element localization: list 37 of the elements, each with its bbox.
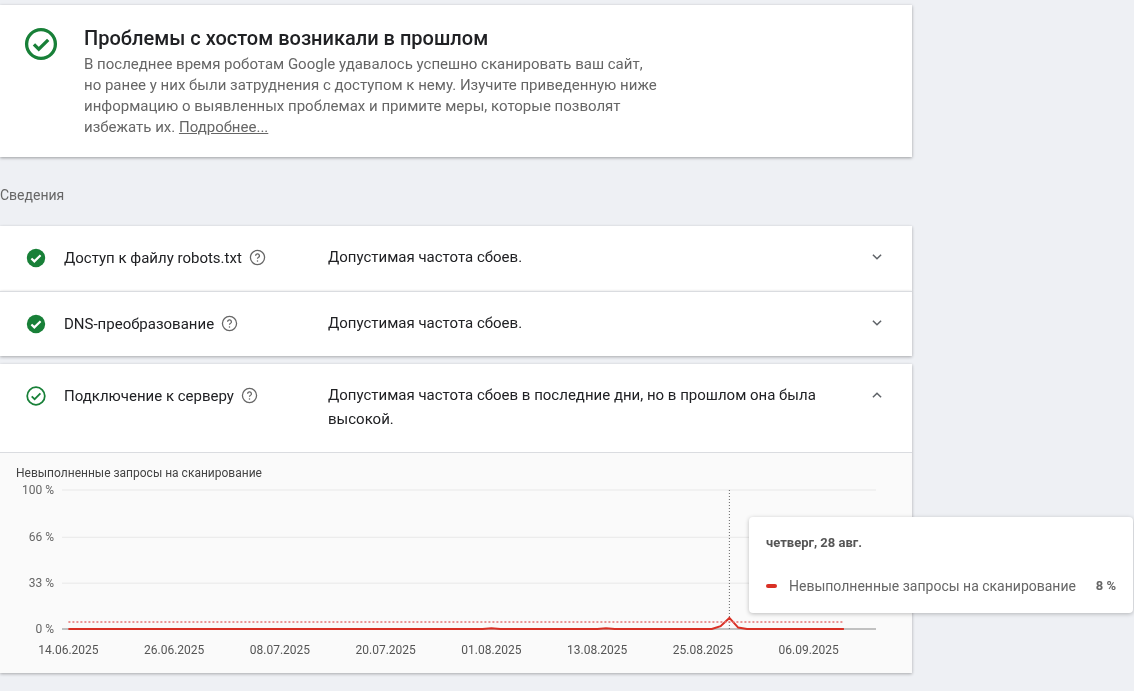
y-tick-label: 33 % <box>28 576 54 591</box>
x-tick-label: 08.07.2025 <box>249 643 311 657</box>
check-status: Допустимая частота сбоев в последние дни, но в прошлом она была высокой. <box>328 385 817 430</box>
help-icon[interactable] <box>248 249 266 266</box>
check-row-header[interactable]: Подключение к серверу Допустимая частота сбоев в последние дни, но в прошлом она была высокой. <box>0 364 912 452</box>
check-circle-icon <box>25 385 47 407</box>
tooltip-series: Невыполненные запросы на сканирование <box>789 576 1076 596</box>
x-tick-label: 13.08.2025 <box>567 643 628 657</box>
help-icon[interactable] <box>240 387 258 404</box>
check-circle-icon <box>23 26 59 62</box>
x-tick-label: 26.06.2025 <box>144 643 205 657</box>
tooltip-date: четверг, 28 авг. <box>766 534 863 552</box>
check-name: DNS-преобразование <box>64 313 215 335</box>
legend-swatch <box>766 584 777 588</box>
y-tick-label: 66 % <box>28 530 54 545</box>
check-status: Допустимая частота сбоев. <box>328 247 524 268</box>
help-icon[interactable] <box>221 314 239 332</box>
check-row-header[interactable]: Доступ к файлу robots.txt Допустимая частота сбоев. <box>0 226 912 291</box>
check-circle-icon <box>25 312 47 335</box>
check-name: Подключение к серверу <box>64 386 234 407</box>
section-label: Сведения <box>0 186 65 205</box>
chart-title: Невыполненные запросы на сканирование <box>16 466 262 480</box>
y-tick-label: 100 % <box>22 483 54 497</box>
check-name: Доступ к файлу robots.txt <box>64 248 242 269</box>
x-tick-label: 25.08.2025 <box>672 643 734 657</box>
x-tick-label: 14.06.2025 <box>38 643 99 657</box>
check-status: Допустимая частота сбоев. <box>328 312 524 334</box>
y-tick-label: 0 % <box>35 622 54 636</box>
banner-title: Проблемы с хостом возникали в прошлом <box>84 26 490 50</box>
x-tick-label: 20.07.2025 <box>355 643 416 657</box>
check-circle-icon <box>25 247 47 269</box>
banner-text: В последнее время роботам Google удавалось успешно сканировать ваш сайт, но ранее у них были затруднения с доступом к нему. Изучите приведенную ниже информацию о выявленных проблемах и примите меры, которые позволят избежать их. Подробнее... <box>84 54 658 138</box>
x-tick-label: 06.09.2025 <box>778 643 839 657</box>
tooltip-value: 8 % <box>1095 577 1116 596</box>
more-link[interactable]: Подробнее... <box>178 118 269 136</box>
check-row-header[interactable]: DNS-преобразование Допустимая частота сбоев. <box>0 291 912 356</box>
x-tick-label: 01.08.2025 <box>461 643 522 657</box>
